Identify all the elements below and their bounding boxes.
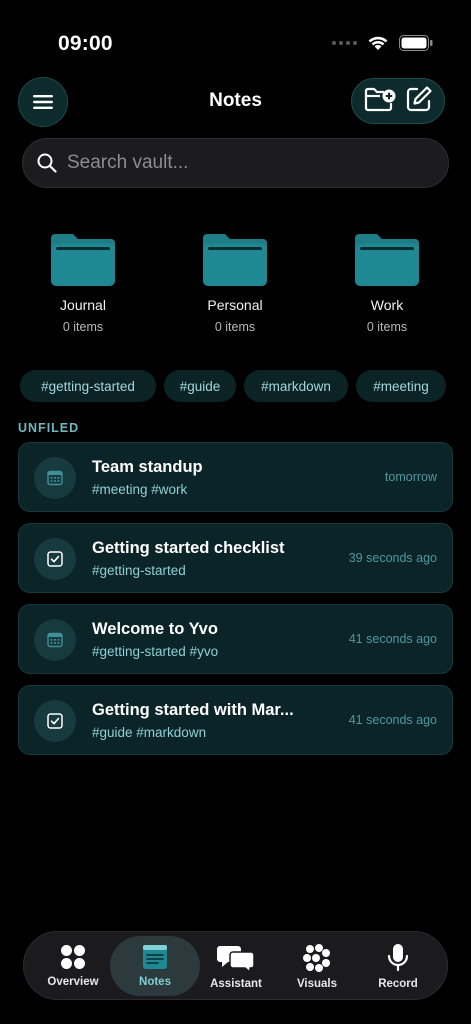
note-time: 41 seconds ago [348,632,437,646]
note-card[interactable]: Getting started checklist #getting-start… [18,523,453,593]
folder-name: Personal [207,297,263,313]
folder-name: Journal [60,297,106,313]
folder-count: 0 items [214,320,256,334]
nav-overview[interactable]: Overview [28,936,118,996]
checkbox-icon [47,551,63,567]
signal-icon [332,41,357,45]
note-tags: #getting-started [92,563,186,578]
tag-chip[interactable]: #guide [164,370,236,402]
note-tags: #meeting #work [92,482,188,497]
nav-visuals[interactable]: Visuals [272,936,362,996]
folder-name: Work [370,297,404,313]
compose-icon [406,85,432,111]
note-tags: #getting-started #yvo [92,644,219,659]
dots-icon [303,944,330,972]
grid-icon [61,945,85,969]
folder-count: 0 items [62,320,104,334]
folder-icon [51,234,115,286]
note-icon [34,619,76,661]
note-title: Welcome to Yvo [92,620,218,638]
folder-count: 0 items [366,320,408,334]
section-label: UNFILED [18,421,80,435]
note-card[interactable]: Getting started with Mar... #guide #mark… [18,685,453,755]
nav-label: Overview [47,976,99,988]
calendar-icon [47,632,63,648]
search-bar[interactable] [22,138,449,188]
notes-icon [143,945,167,969]
note-card[interactable]: Team standup #meeting #work tomorrow [18,442,453,512]
nav-record[interactable]: Record [353,936,443,996]
nav-notes[interactable]: Notes [110,936,200,996]
checkbox-icon [47,713,63,729]
nav-assistant[interactable]: Assistant [191,936,281,996]
note-title: Getting started with Mar... [92,701,294,719]
new-folder-button[interactable] [364,85,398,118]
tag-chip[interactable]: #meeting [356,370,446,402]
note-title: Getting started checklist [92,539,285,557]
wifi-icon [368,36,388,50]
nav-label: Record [378,978,418,990]
battery-icon [399,35,433,51]
status-bar: 09:00 [0,0,471,70]
bottom-nav: Overview Notes Assistant Visuals Record [23,931,448,1000]
calendar-icon [47,470,63,486]
nav-label: Notes [139,976,171,988]
folder-work[interactable]: Work 0 items [327,234,447,334]
note-time: 39 seconds ago [348,551,437,565]
note-card[interactable]: Welcome to Yvo #getting-started #yvo 41 … [18,604,453,674]
header-actions [351,78,445,124]
tag-chip[interactable]: #markdown [244,370,348,402]
tag-chip[interactable]: #getting-started [20,370,156,402]
note-icon [34,538,76,580]
tag-chips: #getting-started #guide #markdown #meeti… [20,370,451,402]
status-icons [332,35,433,51]
new-folder-icon [364,87,395,111]
folder-icon [355,234,419,286]
search-icon [37,153,57,173]
folder-icon [203,234,267,286]
folder-personal[interactable]: Personal 0 items [175,234,295,334]
note-time: 41 seconds ago [348,713,437,727]
microphone-icon [387,944,409,972]
status-time: 09:00 [58,32,113,55]
chat-icon [217,946,255,972]
note-tags: #guide #markdown [92,725,207,740]
nav-label: Assistant [210,978,262,990]
note-time: tomorrow [384,470,437,484]
note-icon [34,700,76,742]
nav-label: Visuals [296,978,338,990]
note-title: Team standup [92,458,203,476]
compose-button[interactable] [405,85,433,118]
folders-grid: Journal 0 items Personal 0 items Work 0 … [0,234,471,344]
note-icon [34,457,76,499]
folder-journal[interactable]: Journal 0 items [23,234,143,334]
search-input[interactable] [67,152,427,174]
